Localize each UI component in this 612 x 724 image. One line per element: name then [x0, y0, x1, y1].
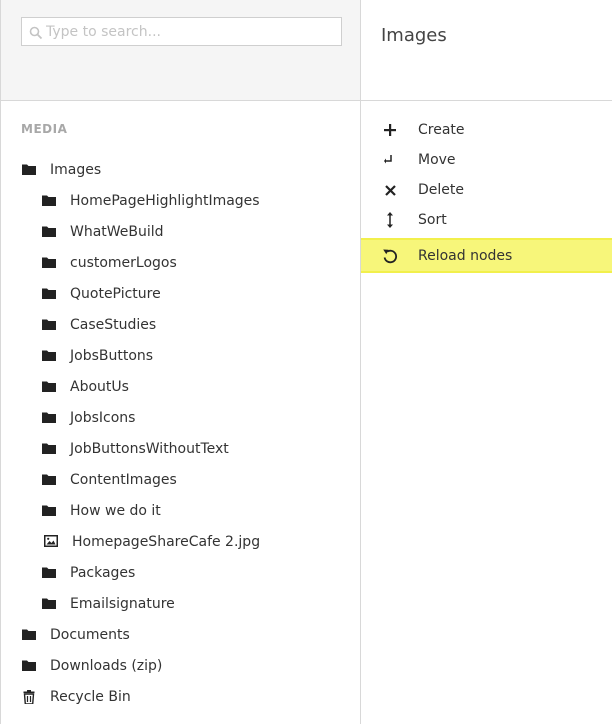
tree-node-child[interactable]: HomePageHighlightImages [42, 190, 260, 212]
tree-node-child[interactable]: QuotePicture [42, 283, 161, 305]
tree-node-label: How we do it [70, 503, 161, 519]
tree-node-label: JobsIcons [70, 410, 136, 426]
tree-node-label: HomepageShareCafe 2.jpg [72, 534, 261, 550]
page-title: Images [381, 25, 447, 46]
folder-icon [42, 380, 56, 394]
action-label: Delete [418, 182, 464, 198]
tree-node-label: Images [50, 162, 102, 178]
tree-node-child[interactable]: AboutUs [42, 376, 129, 398]
folder-icon [42, 504, 56, 518]
tree-node-documents[interactable]: Documents [22, 624, 130, 646]
tree-header [0, 0, 361, 101]
tree-node-label: WhatWeBuild [70, 224, 164, 240]
folder-icon [42, 256, 56, 270]
action-delete[interactable]: Delete [361, 175, 612, 205]
tree-node-child[interactable]: customerLogos [42, 252, 177, 274]
search-box[interactable] [21, 17, 342, 46]
folder-icon [42, 411, 56, 425]
action-label: Reload nodes [418, 247, 513, 264]
tree-node-child[interactable]: JobsButtons [42, 345, 153, 367]
action-reload-nodes[interactable]: Reload nodes [361, 238, 612, 273]
actions-header: Images [361, 0, 612, 101]
search-input[interactable] [46, 21, 326, 42]
tree-node-label: Emailsignature [70, 596, 175, 612]
section-label-media: MEDIA [21, 122, 68, 136]
tree-node-child[interactable]: JobButtonsWithoutText [42, 438, 229, 460]
reload-icon [382, 248, 398, 264]
tree-node-label: JobButtonsWithoutText [70, 441, 229, 457]
folder-icon [42, 318, 56, 332]
action-label: Move [418, 152, 456, 168]
folder-icon [42, 597, 56, 611]
action-create[interactable]: Create [361, 115, 612, 145]
tree-node-child[interactable]: CaseStudies [42, 314, 156, 336]
tree-node-child[interactable]: HomepageShareCafe 2.jpg [44, 531, 260, 553]
folder-icon [22, 659, 36, 673]
tree-node-label: CaseStudies [70, 317, 157, 333]
folder-icon [42, 194, 56, 208]
folder-icon [22, 628, 36, 642]
folder-icon [42, 287, 56, 301]
folder-icon [42, 442, 56, 456]
tree-node-child[interactable]: Emailsignature [42, 593, 175, 615]
tree-node-label: AboutUs [70, 379, 129, 395]
tree-node-downloads[interactable]: Downloads (zip) [22, 655, 162, 677]
tree-node-child[interactable]: WhatWeBuild [42, 221, 164, 243]
image-icon [44, 535, 58, 549]
close-icon [382, 182, 398, 198]
tree-node-child[interactable]: Packages [42, 562, 135, 584]
media-tree: MEDIA Images HomePageHighlightImages Wha… [0, 101, 361, 724]
move-arrow-icon [382, 152, 398, 168]
action-label: Sort [418, 212, 447, 228]
tree-node-label: customerLogos [70, 255, 177, 271]
tree-node-images[interactable]: Images [22, 159, 101, 181]
tree-node-child[interactable]: JobsIcons [42, 407, 135, 429]
tree-node-child[interactable]: ContentImages [42, 469, 177, 491]
sort-arrows-icon [382, 212, 398, 228]
tree-node-child[interactable]: How we do it [42, 500, 161, 522]
tree-node-label: Documents [50, 627, 130, 643]
tree-node-label: Downloads (zip) [50, 658, 163, 674]
tree-node-recycle-bin[interactable]: Recycle Bin [22, 686, 131, 708]
action-sort[interactable]: Sort [361, 205, 612, 235]
tree-node-label: JobsButtons [70, 348, 154, 364]
tree-node-label: Recycle Bin [50, 689, 131, 705]
folder-icon [42, 349, 56, 363]
tree-node-label: HomePageHighlightImages [70, 193, 260, 209]
action-label: Create [418, 122, 465, 138]
tree-node-label: Packages [70, 565, 136, 581]
actions-menu: Create Move Delete Sort Reload nodes [361, 101, 612, 724]
search-icon [29, 25, 43, 40]
tree-node-label: ContentImages [70, 472, 177, 488]
folder-icon [22, 163, 36, 177]
folder-icon [42, 566, 56, 580]
folder-icon [42, 473, 56, 487]
folder-icon [42, 225, 56, 239]
plus-icon [382, 122, 398, 138]
action-move[interactable]: Move [361, 145, 612, 175]
trash-icon [22, 690, 36, 704]
tree-node-label: QuotePicture [70, 286, 161, 302]
